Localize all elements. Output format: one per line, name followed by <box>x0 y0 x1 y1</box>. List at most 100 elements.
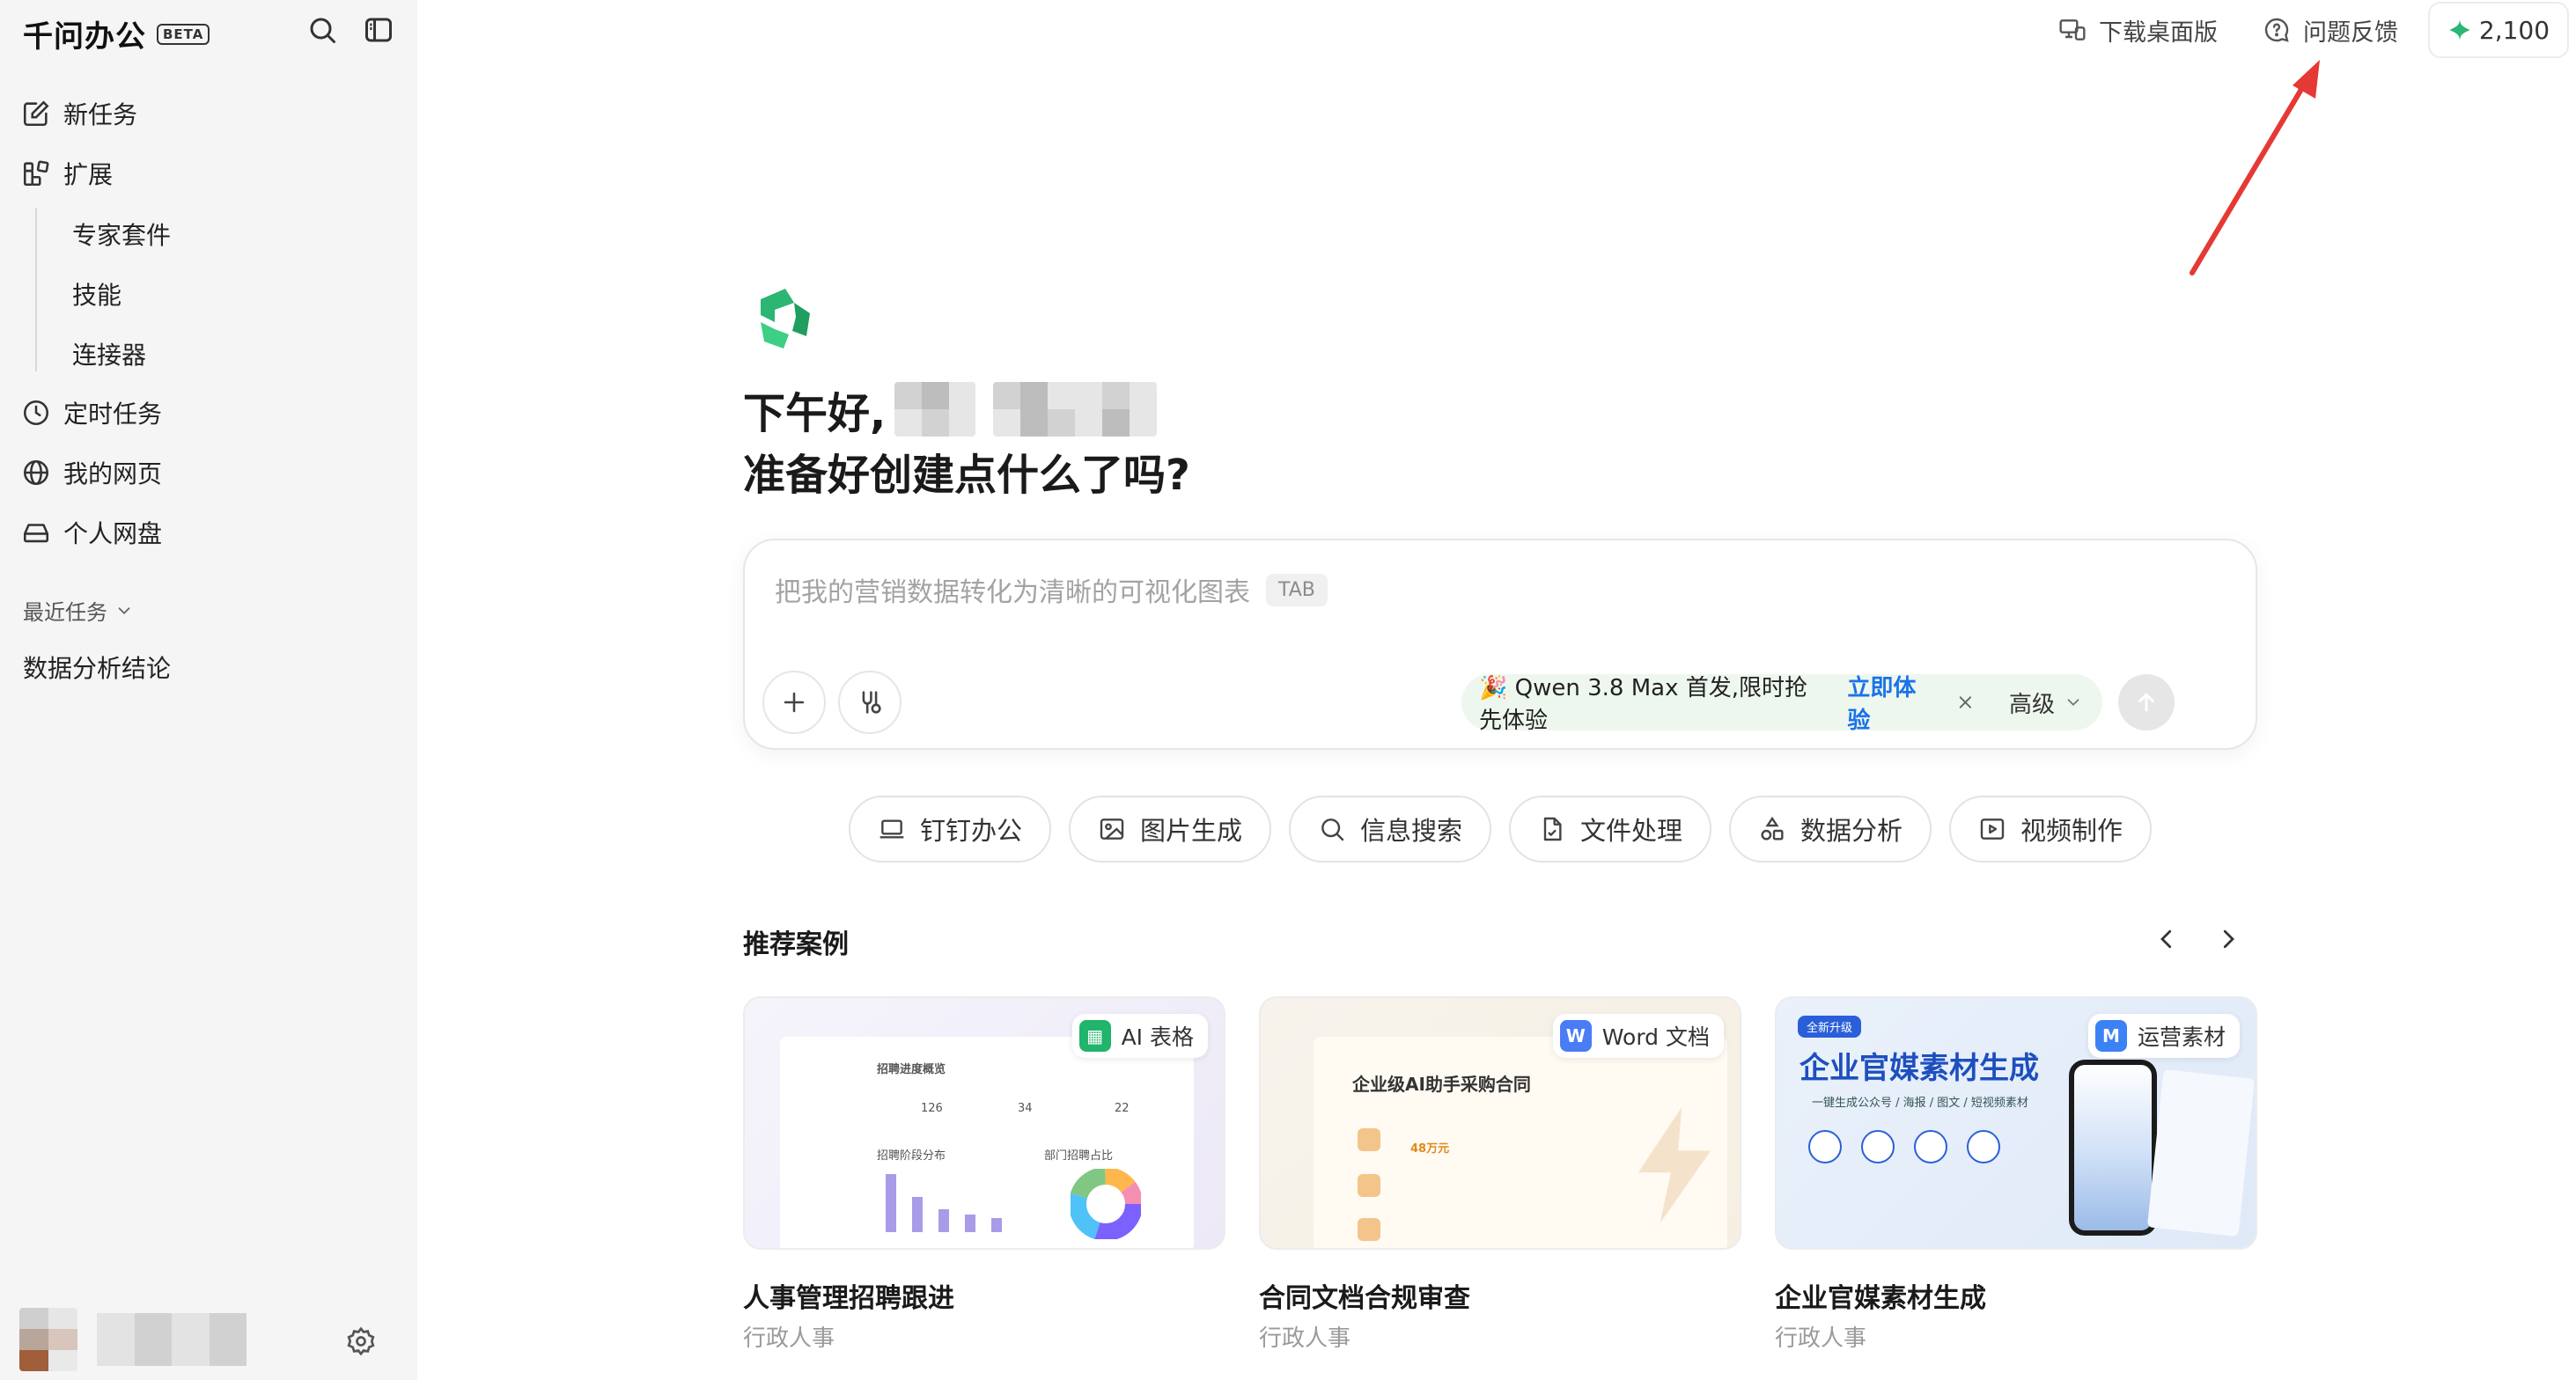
thumb-text: 企业级AI助手采购合同 <box>1352 1074 1531 1095</box>
chevron-right-icon[interactable] <box>2215 926 2241 952</box>
sidebar-item-label: 定时任务 <box>63 400 163 429</box>
card-title[interactable]: 人事管理招聘跟进 <box>743 1276 954 1315</box>
drive-icon <box>23 524 49 543</box>
card-category: 行政人事 <box>1775 1325 1867 1352</box>
annotation-arrow <box>2190 60 2320 275</box>
submenu-divider <box>35 208 37 371</box>
quick-action-dingtalk[interactable]: 钉钉办公 <box>849 796 1051 862</box>
card-title[interactable]: 合同文档合规审查 <box>1259 1276 1470 1315</box>
file-icon <box>1543 817 1562 841</box>
chip-label: 视频制作 <box>2020 816 2123 846</box>
thumb-stat: 22 <box>1115 1102 1130 1115</box>
promo-try-link[interactable]: 立即体验 <box>1847 670 1927 735</box>
thumb-phone <box>2069 1060 2157 1236</box>
laptop-icon <box>880 819 904 839</box>
word-icon: W <box>1559 1020 1592 1052</box>
chip-label: 数据分析 <box>1800 816 1903 846</box>
tools-button[interactable] <box>838 671 902 734</box>
app-title: 千问办公 <box>23 19 146 55</box>
thumb-text: 企业官媒素材生成 <box>1800 1051 2039 1086</box>
user-profile[interactable] <box>19 1308 247 1371</box>
username-redacted <box>894 382 976 437</box>
sidebar-item-scheduled[interactable]: 定时任务 <box>21 392 162 434</box>
prompt-input[interactable]: 把我的营销数据转化为清晰的可视化图表 TAB <box>775 570 1328 609</box>
sidebar-subitem-expert-kit[interactable]: 专家套件 <box>72 217 171 252</box>
avatar <box>19 1308 77 1371</box>
recent-task-item[interactable]: 数据分析结论 <box>23 650 171 685</box>
points-balance[interactable]: 2,100 <box>2428 2 2569 58</box>
greeting-line-1: 下午好, <box>743 378 1158 440</box>
chevron-down-icon <box>118 606 130 614</box>
edit-icon <box>23 100 49 127</box>
sidebar: 千问办公 BETA 新任务 扩展 专家套件 技能 连接器 定时任务 我的网页 个… <box>0 0 417 1380</box>
recent-tasks-toggle[interactable]: 最近任务 <box>23 595 134 626</box>
recent-tasks-label: 最近任务 <box>23 600 107 625</box>
gear-icon[interactable] <box>345 1325 377 1357</box>
download-desktop-button[interactable]: 下载桌面版 <box>2058 12 2218 48</box>
username-redacted <box>97 1313 247 1366</box>
plus-icon <box>784 692 805 713</box>
card-badge: W Word 文档 <box>1552 1014 1724 1058</box>
thumb-tag: 全新升级 <box>1798 1016 1862 1038</box>
card-badge-label: AI 表格 <box>1121 1024 1194 1050</box>
quick-action-search[interactable]: 信息搜索 <box>1289 796 1491 862</box>
send-button[interactable] <box>2118 674 2175 730</box>
sidebar-item-drive[interactable]: 个人网盘 <box>21 511 162 554</box>
sidebar-item-extensions[interactable]: 扩展 <box>21 152 113 195</box>
tab-hint: TAB <box>1266 573 1328 606</box>
chip-label: 钉钉办公 <box>919 816 1022 846</box>
thumb-poster <box>2146 1069 2256 1237</box>
quick-action-video[interactable]: 视频制作 <box>1949 796 2152 862</box>
quick-action-image-gen[interactable]: 图片生成 <box>1069 796 1271 862</box>
card-badge-label: Word 文档 <box>1601 1024 1710 1050</box>
sidebar-item-label: 个人网盘 <box>63 519 163 548</box>
beta-badge: BETA <box>157 23 210 45</box>
card-badge: M 运营素材 <box>2087 1014 2240 1058</box>
advanced-dropdown[interactable]: 高级 <box>1990 674 2102 730</box>
quick-action-data-analysis[interactable]: 数据分析 <box>1729 796 1932 862</box>
sidebar-item-new-task[interactable]: 新任务 <box>21 92 137 135</box>
lightning-icon <box>1638 1107 1711 1223</box>
sidebar-subitem-connectors[interactable]: 连接器 <box>72 336 146 371</box>
thumb-pie-chart <box>1071 1169 1141 1239</box>
case-card-thumbnail[interactable]: 招聘进度概览 126 34 22 招聘阶段分布 部门招聘占比 ▦ AI 表格 <box>743 996 1225 1250</box>
shapes-icon <box>1761 816 1784 840</box>
thumb-text: 48万元 <box>1410 1142 1450 1156</box>
sidebar-toggle-icon[interactable] <box>363 14 394 46</box>
close-icon[interactable] <box>1955 691 1976 714</box>
globe-icon <box>23 459 49 486</box>
username-redacted <box>993 382 1158 437</box>
chevron-left-icon[interactable] <box>2153 926 2180 952</box>
chip-label: 信息搜索 <box>1359 816 1462 846</box>
card-category: 行政人事 <box>743 1325 835 1352</box>
promo-text: 🎉 Qwen 3.8 Max 首发,限时抢先体验 <box>1479 675 1808 734</box>
tools-icon <box>862 691 881 714</box>
arrow-up-icon <box>2138 693 2154 712</box>
image-icon <box>1100 818 1124 840</box>
case-card-thumbnail[interactable]: 全新升级 企业官媒素材生成 一键生成公众号 / 海报 / 图文 / 短视频素材 … <box>1775 996 2257 1250</box>
card-category: 行政人事 <box>1259 1325 1351 1352</box>
brand[interactable]: 千问办公 BETA <box>23 12 210 55</box>
m-icon: M <box>2094 1020 2127 1052</box>
thumb-text: 招聘进度概览 <box>877 1063 946 1076</box>
quick-action-file[interactable]: 文件处理 <box>1509 796 1711 862</box>
card-title[interactable]: 企业官媒素材生成 <box>1775 1276 1986 1315</box>
download-label: 下载桌面版 <box>2099 18 2218 47</box>
greeting-text: 下午好, <box>743 389 887 438</box>
card-badge-label: 运营素材 <box>2137 1024 2226 1050</box>
promo-banner: 🎉 Qwen 3.8 Max 首发,限时抢先体验 立即体验 <box>1461 674 1990 734</box>
feedback-label: 问题反馈 <box>2303 18 2398 47</box>
search-icon[interactable] <box>306 14 338 46</box>
prompt-composer[interactable]: 把我的营销数据转化为清晰的可视化图表 TAB 🎉 Qwen 3.8 Max 首发… <box>743 539 2257 750</box>
sidebar-item-my-pages[interactable]: 我的网页 <box>21 451 162 494</box>
thumb-text: 招聘阶段分布 <box>877 1149 946 1163</box>
sidebar-subitem-skills[interactable]: 技能 <box>72 276 121 312</box>
section-title: 推荐案例 <box>743 929 849 960</box>
case-card-thumbnail[interactable]: 企业级AI助手采购合同 48万元 W Word 文档 <box>1259 996 1741 1250</box>
feedback-button[interactable]: 问题反馈 <box>2263 12 2398 48</box>
sidebar-item-label: 新任务 <box>63 100 138 129</box>
monitor-icon <box>2059 19 2086 40</box>
add-attachment-button[interactable] <box>762 671 826 734</box>
video-icon <box>1980 818 2005 840</box>
chip-label: 图片生成 <box>1139 816 1242 846</box>
